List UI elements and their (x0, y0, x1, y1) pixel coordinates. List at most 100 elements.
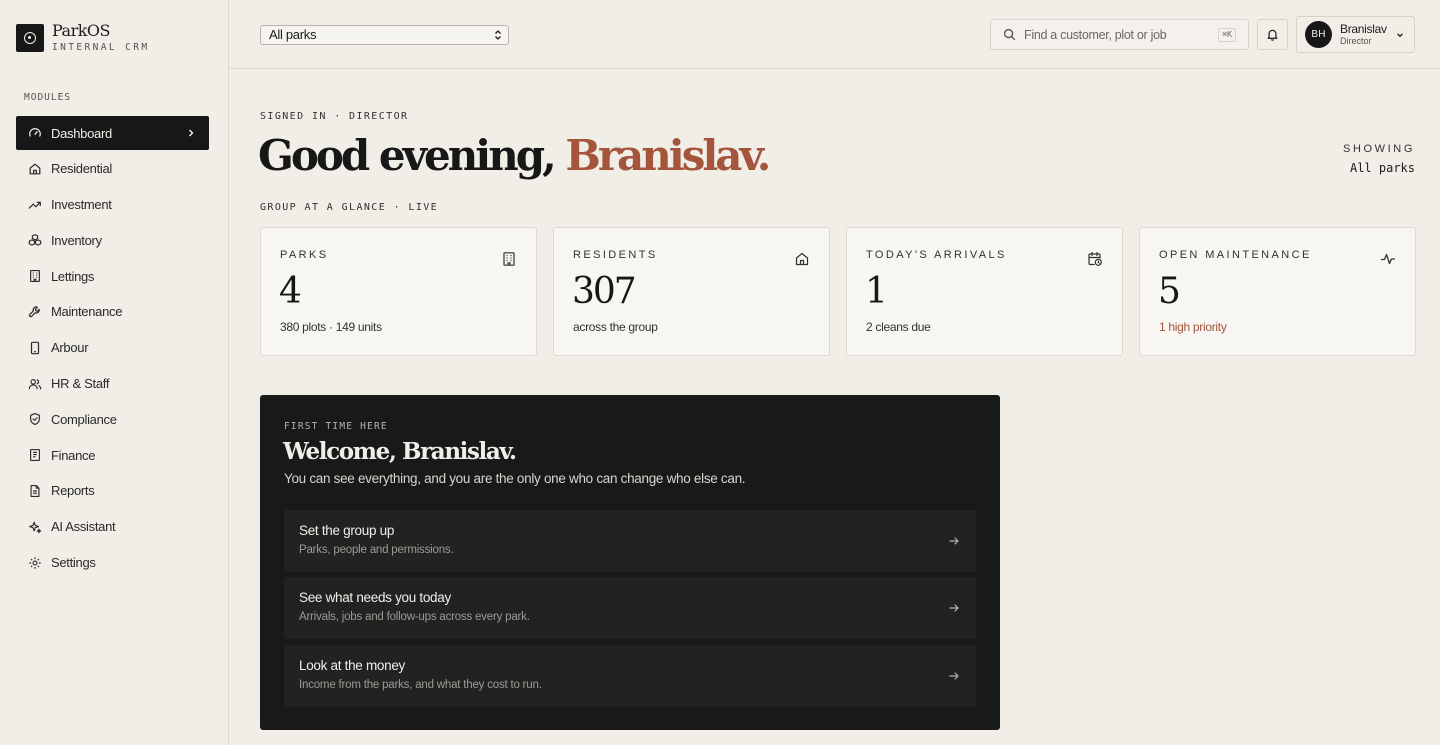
greeting-name: Branislav. (565, 131, 771, 180)
sidebar-item-ai-assistant[interactable]: AI Assistant (16, 510, 209, 544)
stat-card-value: 5 (1158, 271, 1181, 312)
search-input[interactable]: Find a customer, plot or job ⌘K (990, 19, 1249, 50)
topbar: All parks Find a customer, plot or job ⌘… (229, 0, 1440, 69)
brand[interactable]: ParkOS INTERNAL CRM (16, 22, 149, 53)
sidebar-item-label: Inventory (51, 232, 102, 248)
greeting-prefix: Good evening, (258, 131, 557, 180)
wrench-icon (27, 304, 43, 320)
stat-card-value: 1 (865, 271, 888, 312)
receipt-icon (27, 447, 43, 463)
sidebar-item-label: Dashboard (51, 125, 112, 141)
stat-card-value: 307 (572, 271, 637, 312)
sidebar-item-investment[interactable]: Investment (16, 188, 209, 222)
sidebar-item-label: Arbour (51, 340, 89, 356)
arrow-right-icon (949, 604, 959, 612)
sidebar-item-arbour[interactable]: Arbour (16, 331, 209, 365)
sidebar-item-lettings[interactable]: Lettings (16, 259, 209, 293)
onboarding-item-subtitle: Arrivals, jobs and follow-ups across eve… (299, 611, 530, 623)
user-menu[interactable]: BH Branislav Director (1296, 16, 1415, 53)
showing-label: SHOWING (1343, 143, 1415, 155)
sidebar-item-label: Lettings (51, 268, 95, 284)
glance-label: GROUP AT A GLANCE · LIVE (260, 202, 439, 213)
sparkles-icon (27, 519, 43, 535)
park-select[interactable]: All parks (260, 25, 509, 45)
sidebar-item-reports[interactable]: Reports (16, 474, 209, 508)
park-select-value: All parks (269, 27, 317, 42)
search-placeholder: Find a customer, plot or job (1024, 27, 1167, 42)
stat-card-subtitle: 380 plots · 149 units (280, 320, 382, 334)
chevron-down-icon (1397, 33, 1403, 38)
search-shortcut-badge: ⌘K (1218, 28, 1236, 42)
stat-card-label: OPEN MAINTENANCE (1159, 249, 1312, 261)
signed-in-label: SIGNED IN · DIRECTOR (260, 111, 409, 122)
notifications-button[interactable] (1257, 19, 1288, 50)
boxes-icon (27, 232, 43, 248)
sidebar-nav: Dashboard Residential Investment Invento… (16, 116, 209, 581)
sidebar-item-label: HR & Staff (51, 376, 110, 392)
phone-icon (27, 340, 43, 356)
sidebar: ParkOS INTERNAL CRM MODULES Dashboard Re… (0, 0, 229, 745)
onboarding-item-money[interactable]: Look at the money Income from the parks,… (284, 645, 976, 707)
scope-indicator: SHOWING All parks (1343, 143, 1415, 175)
stat-card-label: TODAY'S ARRIVALS (866, 249, 1007, 261)
bell-icon (1267, 29, 1278, 41)
stat-card-label: PARKS (280, 249, 329, 261)
users-icon (27, 376, 43, 392)
onboarding-item-subtitle: Income from the parks, and what they cos… (299, 679, 542, 691)
onboarding-item-today[interactable]: See what needs you today Arrivals, jobs … (284, 577, 976, 639)
stat-card-maintenance[interactable]: OPEN MAINTENANCE 5 1 high priority (1139, 227, 1416, 356)
sidebar-item-compliance[interactable]: Compliance (16, 402, 209, 436)
sidebar-item-residential[interactable]: Residential (16, 152, 209, 186)
chevron-right-icon (189, 129, 194, 137)
calendar-clock-icon (1088, 251, 1102, 266)
sidebar-item-dashboard[interactable]: Dashboard (16, 116, 209, 150)
sidebar-item-label: AI Assistant (51, 519, 116, 535)
avatar: BH (1305, 21, 1332, 48)
home-icon (795, 252, 809, 266)
welcome-description: You can see everything, and you are the … (284, 471, 746, 486)
onboarding-item-title: Set the group up (299, 523, 395, 538)
sidebar-item-label: Finance (51, 447, 96, 463)
gear-icon (27, 555, 43, 571)
page-title: Good evening, Branislav. (258, 128, 771, 184)
sidebar-item-settings[interactable]: Settings (16, 546, 209, 580)
welcome-eyebrow: FIRST TIME HERE (284, 421, 388, 432)
shield-check-icon (27, 411, 43, 427)
brand-name: ParkOS (52, 21, 111, 40)
stat-card-arrivals[interactable]: TODAY'S ARRIVALS 1 2 cleans due (846, 227, 1123, 356)
trending-up-icon (27, 197, 43, 213)
sidebar-item-finance[interactable]: Finance (16, 438, 209, 472)
arrow-right-icon (949, 537, 959, 545)
home-icon (27, 161, 43, 177)
sidebar-item-inventory[interactable]: Inventory (16, 223, 209, 257)
user-role: Director (1340, 35, 1372, 46)
building-icon (503, 252, 515, 266)
sidebar-item-label: Reports (51, 483, 95, 499)
sidebar-item-hr-staff[interactable]: HR & Staff (16, 367, 209, 401)
search-icon (1003, 28, 1016, 41)
chevron-up-down-icon (495, 30, 501, 40)
brand-subtitle: INTERNAL CRM (52, 42, 150, 53)
activity-icon (1380, 253, 1396, 265)
gauge-icon (27, 125, 43, 141)
stat-card-parks[interactable]: PARKS 4 380 plots · 149 units (260, 227, 537, 356)
user-name: Branislav (1340, 21, 1387, 36)
arrow-right-icon (949, 672, 959, 680)
onboarding-item-setup[interactable]: Set the group up Parks, people and permi… (284, 510, 976, 572)
onboarding-item-title: See what needs you today (299, 590, 451, 605)
modules-section-label: MODULES (24, 92, 72, 103)
sidebar-item-maintenance[interactable]: Maintenance (16, 295, 209, 329)
sidebar-item-label: Settings (51, 555, 96, 571)
sidebar-item-label: Maintenance (51, 304, 123, 320)
stat-card-subtitle: 2 cleans due (866, 320, 931, 334)
stat-card-subtitle: across the group (573, 320, 658, 334)
welcome-title: Welcome, Branislav. (283, 438, 517, 465)
sidebar-item-label: Residential (51, 161, 113, 177)
stat-card-label: RESIDENTS (573, 249, 658, 261)
stat-card-subtitle: 1 high priority (1159, 320, 1227, 334)
stat-card-value: 4 (279, 271, 302, 312)
building-icon (27, 268, 43, 284)
sidebar-item-label: Investment (51, 197, 112, 213)
stat-card-residents[interactable]: RESIDENTS 307 across the group (553, 227, 830, 356)
file-text-icon (27, 483, 43, 499)
